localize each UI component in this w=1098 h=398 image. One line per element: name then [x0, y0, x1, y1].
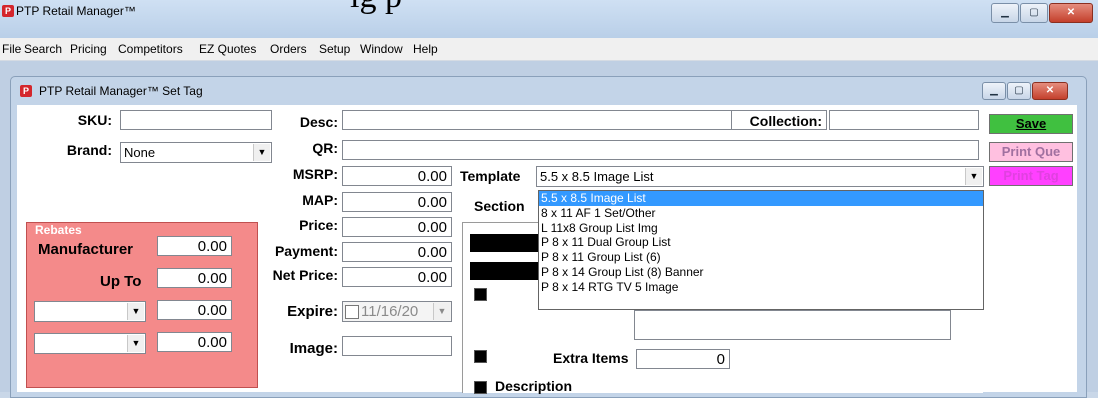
chevron-down-icon[interactable]: ▼	[127, 303, 144, 320]
extra-items-input[interactable]: 0	[636, 349, 730, 369]
qr-label: QR:	[312, 140, 338, 156]
upto-input[interactable]: 0.00	[157, 268, 232, 288]
menu-window[interactable]: Window	[360, 42, 403, 56]
template-dropdown-list: 5.5 x 8.5 Image List 8 x 11 AF 1 Set/Oth…	[538, 190, 984, 310]
chevron-down-icon[interactable]: ▼	[127, 335, 144, 352]
template-option[interactable]: P 8 x 14 Group List (8) Banner	[539, 265, 983, 280]
manufacturer-label: Manufacturer	[38, 241, 134, 258]
payment-label: Payment:	[274, 243, 338, 259]
payment-input[interactable]: 0.00	[342, 242, 452, 262]
desc-label: Desc:	[299, 114, 338, 130]
section-checkbox-1[interactable]	[474, 288, 487, 301]
template-select[interactable]: 5.5 x 8.5 Image List ▼	[536, 166, 984, 187]
app-icon: P	[2, 5, 14, 17]
section-bar-2	[470, 262, 540, 280]
image-input[interactable]	[342, 336, 452, 356]
map-label: MAP:	[302, 192, 338, 208]
template-label: Template	[460, 168, 521, 184]
map-input[interactable]: 0.00	[342, 192, 452, 212]
template-option[interactable]: P 8 x 11 Dual Group List	[539, 235, 983, 250]
menu-competitors[interactable]: Competitors	[118, 42, 183, 56]
print-que-button[interactable]: Print Que	[989, 142, 1073, 162]
expire-date-picker[interactable]: 11/16/20 ▼	[342, 301, 452, 322]
collection-input[interactable]	[829, 110, 979, 130]
print-tag-button[interactable]: Print Tag	[989, 166, 1073, 186]
menu-orders[interactable]: Orders	[270, 42, 307, 56]
msrp-label: MSRP:	[292, 166, 338, 182]
template-option[interactable]: P 8 x 11 Group List (6)	[539, 250, 983, 265]
sku-input[interactable]	[120, 110, 272, 130]
chevron-down-icon[interactable]: ▼	[253, 144, 270, 161]
chevron-down-icon[interactable]: ▼	[433, 303, 450, 320]
manufacturer-input[interactable]: 0.00	[157, 236, 232, 256]
rebate-type-select-1[interactable]: ▼	[34, 301, 146, 322]
price-input[interactable]: 0.00	[342, 217, 452, 237]
extra-items-label: Extra Items	[553, 350, 629, 366]
qr-input[interactable]	[342, 140, 979, 160]
brand-select[interactable]: None ▼	[120, 142, 272, 163]
menu-file[interactable]: File	[2, 42, 21, 56]
expire-value: 11/16/20	[361, 303, 419, 320]
template-option[interactable]: 8 x 11 AF 1 Set/Other	[539, 206, 983, 221]
rebate-input-4[interactable]: 0.00	[157, 332, 232, 352]
expire-label: Expire:	[287, 303, 338, 320]
overlay-text: ig p	[350, 0, 402, 16]
upto-label: Up To	[100, 273, 142, 290]
menu-pricing[interactable]: Pricing	[70, 42, 107, 56]
minimize-icon[interactable]: ▁	[991, 3, 1019, 23]
menu-help[interactable]: Help	[413, 42, 438, 56]
save-button[interactable]: Save	[989, 114, 1073, 134]
chevron-down-icon[interactable]: ▼	[965, 168, 982, 185]
section-text-input[interactable]	[634, 310, 951, 340]
close-icon[interactable]: ✕	[1032, 82, 1068, 100]
net-price-input[interactable]: 0.00	[342, 267, 452, 287]
window-icon: P	[20, 85, 32, 97]
minimize-icon[interactable]: ▁	[982, 82, 1006, 100]
extra-items-checkbox[interactable]	[474, 350, 487, 363]
template-option[interactable]: 5.5 x 8.5 Image List	[539, 191, 983, 206]
template-option[interactable]: L 11x8 Group List Img	[539, 221, 983, 236]
section-label: Section	[474, 198, 525, 214]
template-value: 5.5 x 8.5 Image List	[540, 169, 654, 184]
maximize-icon[interactable]: ▢	[1007, 82, 1031, 100]
rebates-title: Rebates	[35, 223, 82, 237]
maximize-icon[interactable]: ▢	[1020, 3, 1048, 23]
template-option[interactable]: P 8 x 14 RTG TV 5 Image	[539, 280, 983, 295]
sku-label: SKU:	[77, 112, 112, 128]
menu-setup[interactable]: Setup	[319, 42, 350, 56]
price-label: Price:	[299, 217, 338, 233]
desc-input[interactable]	[342, 110, 732, 130]
image-label: Image:	[289, 340, 338, 357]
set-tag-titlebar[interactable]: P PTP Retail Manager™ Set Tag ▁ ▢ ✕	[11, 77, 1086, 105]
set-tag-title: PTP Retail Manager™ Set Tag	[39, 84, 203, 98]
collection-label: Collection:	[749, 113, 822, 129]
menu-ez-quotes[interactable]: EZ Quotes	[199, 42, 256, 56]
child-window-controls: ▁ ▢ ✕	[981, 82, 1068, 102]
section-bar-1	[470, 234, 540, 252]
rebate-type-select-2[interactable]: ▼	[34, 333, 146, 354]
expire-checkbox[interactable]	[345, 305, 359, 320]
app-title: PTP Retail Manager™	[16, 4, 136, 18]
menu-bar: File Search Pricing Competitors EZ Quote…	[0, 38, 1098, 61]
net-price-label: Net Price:	[272, 267, 338, 283]
description-checkbox[interactable]	[474, 381, 487, 394]
app-titlebar[interactable]: P PTP Retail Manager™ ▁ ▢ ✕	[0, 0, 1098, 38]
window-controls: ▁ ▢ ✕	[990, 3, 1093, 23]
menu-search[interactable]: Search	[24, 42, 62, 56]
rebate-input-3[interactable]: 0.00	[157, 300, 232, 320]
brand-value: None	[124, 145, 156, 160]
close-icon[interactable]: ✕	[1049, 3, 1093, 23]
msrp-input[interactable]: 0.00	[342, 166, 452, 186]
brand-label: Brand:	[66, 142, 112, 158]
